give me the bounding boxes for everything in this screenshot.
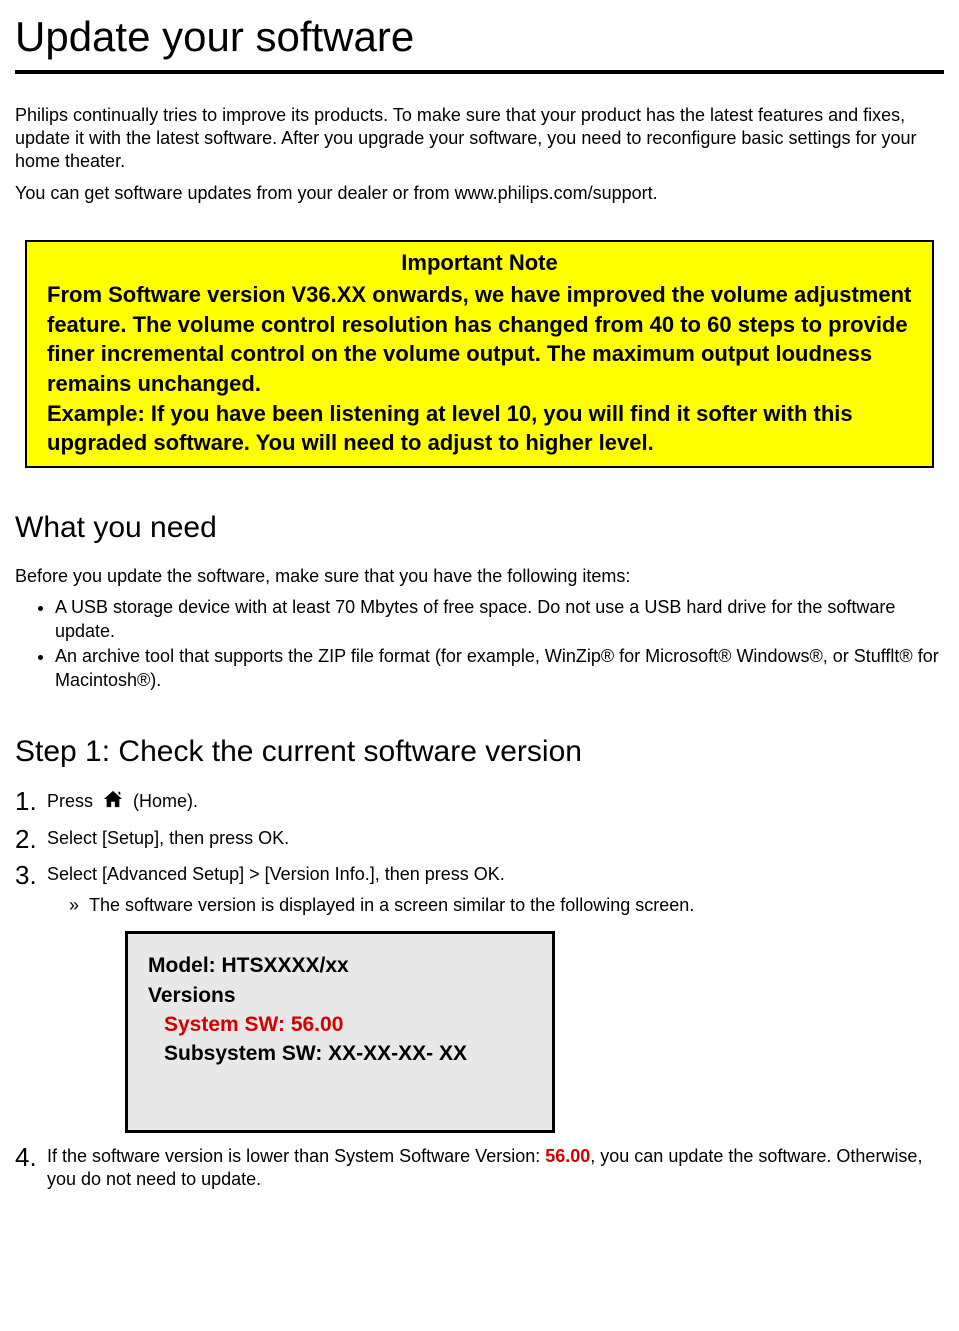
- intro-paragraph-2: You can get software updates from your d…: [15, 182, 944, 205]
- step1-heading: Step 1: Check the current software versi…: [15, 732, 944, 771]
- list-item: An archive tool that supports the ZIP fi…: [55, 645, 944, 692]
- what-you-need-intro: Before you update the software, make sur…: [15, 565, 944, 588]
- important-note-body-1: From Software version V36.XX onwards, we…: [47, 280, 912, 399]
- screen-subsystem-sw: Subsystem SW: XX-XX-XX- XX: [148, 1040, 532, 1067]
- page-title: Update your software: [15, 10, 944, 74]
- step-item-3: Select [Advanced Setup] > [Version Info.…: [15, 863, 944, 1133]
- step1-text-b: (Home).: [133, 791, 198, 811]
- step-item-1: Press (Home).: [15, 789, 944, 815]
- screen-model: Model: HTSXXXX/xx: [148, 952, 532, 979]
- step4-text-a: If the software version is lower than Sy…: [47, 1146, 545, 1166]
- list-item: A USB storage device with at least 70 Mb…: [55, 596, 944, 643]
- step1-list: Press (Home). Select [Setup], then press…: [15, 789, 944, 1192]
- important-note-body-2: Example: If you have been listening at l…: [47, 399, 912, 458]
- step3-text: Select [Advanced Setup] > [Version Info.…: [47, 864, 505, 884]
- version-info-screen: Model: HTSXXXX/xx Versions System SW: 56…: [125, 931, 555, 1132]
- screen-versions-label: Versions: [148, 982, 532, 1009]
- what-you-need-heading: What you need: [15, 508, 944, 547]
- step3-sub: The software version is displayed in a s…: [69, 894, 944, 917]
- intro-paragraph-1: Philips continually tries to improve its…: [15, 104, 944, 174]
- step-item-4: If the software version is lower than Sy…: [15, 1145, 944, 1192]
- step-item-2: Select [Setup], then press OK.: [15, 827, 944, 850]
- home-icon: [102, 789, 124, 815]
- step4-version-highlight: 56.00: [545, 1146, 590, 1166]
- screen-system-sw: System SW: 56.00: [148, 1011, 532, 1038]
- important-note-title: Important Note: [47, 248, 912, 278]
- what-you-need-list: A USB storage device with at least 70 Mb…: [15, 596, 944, 692]
- step1-text-a: Press: [47, 791, 98, 811]
- important-note-box: Important Note From Software version V36…: [25, 240, 934, 468]
